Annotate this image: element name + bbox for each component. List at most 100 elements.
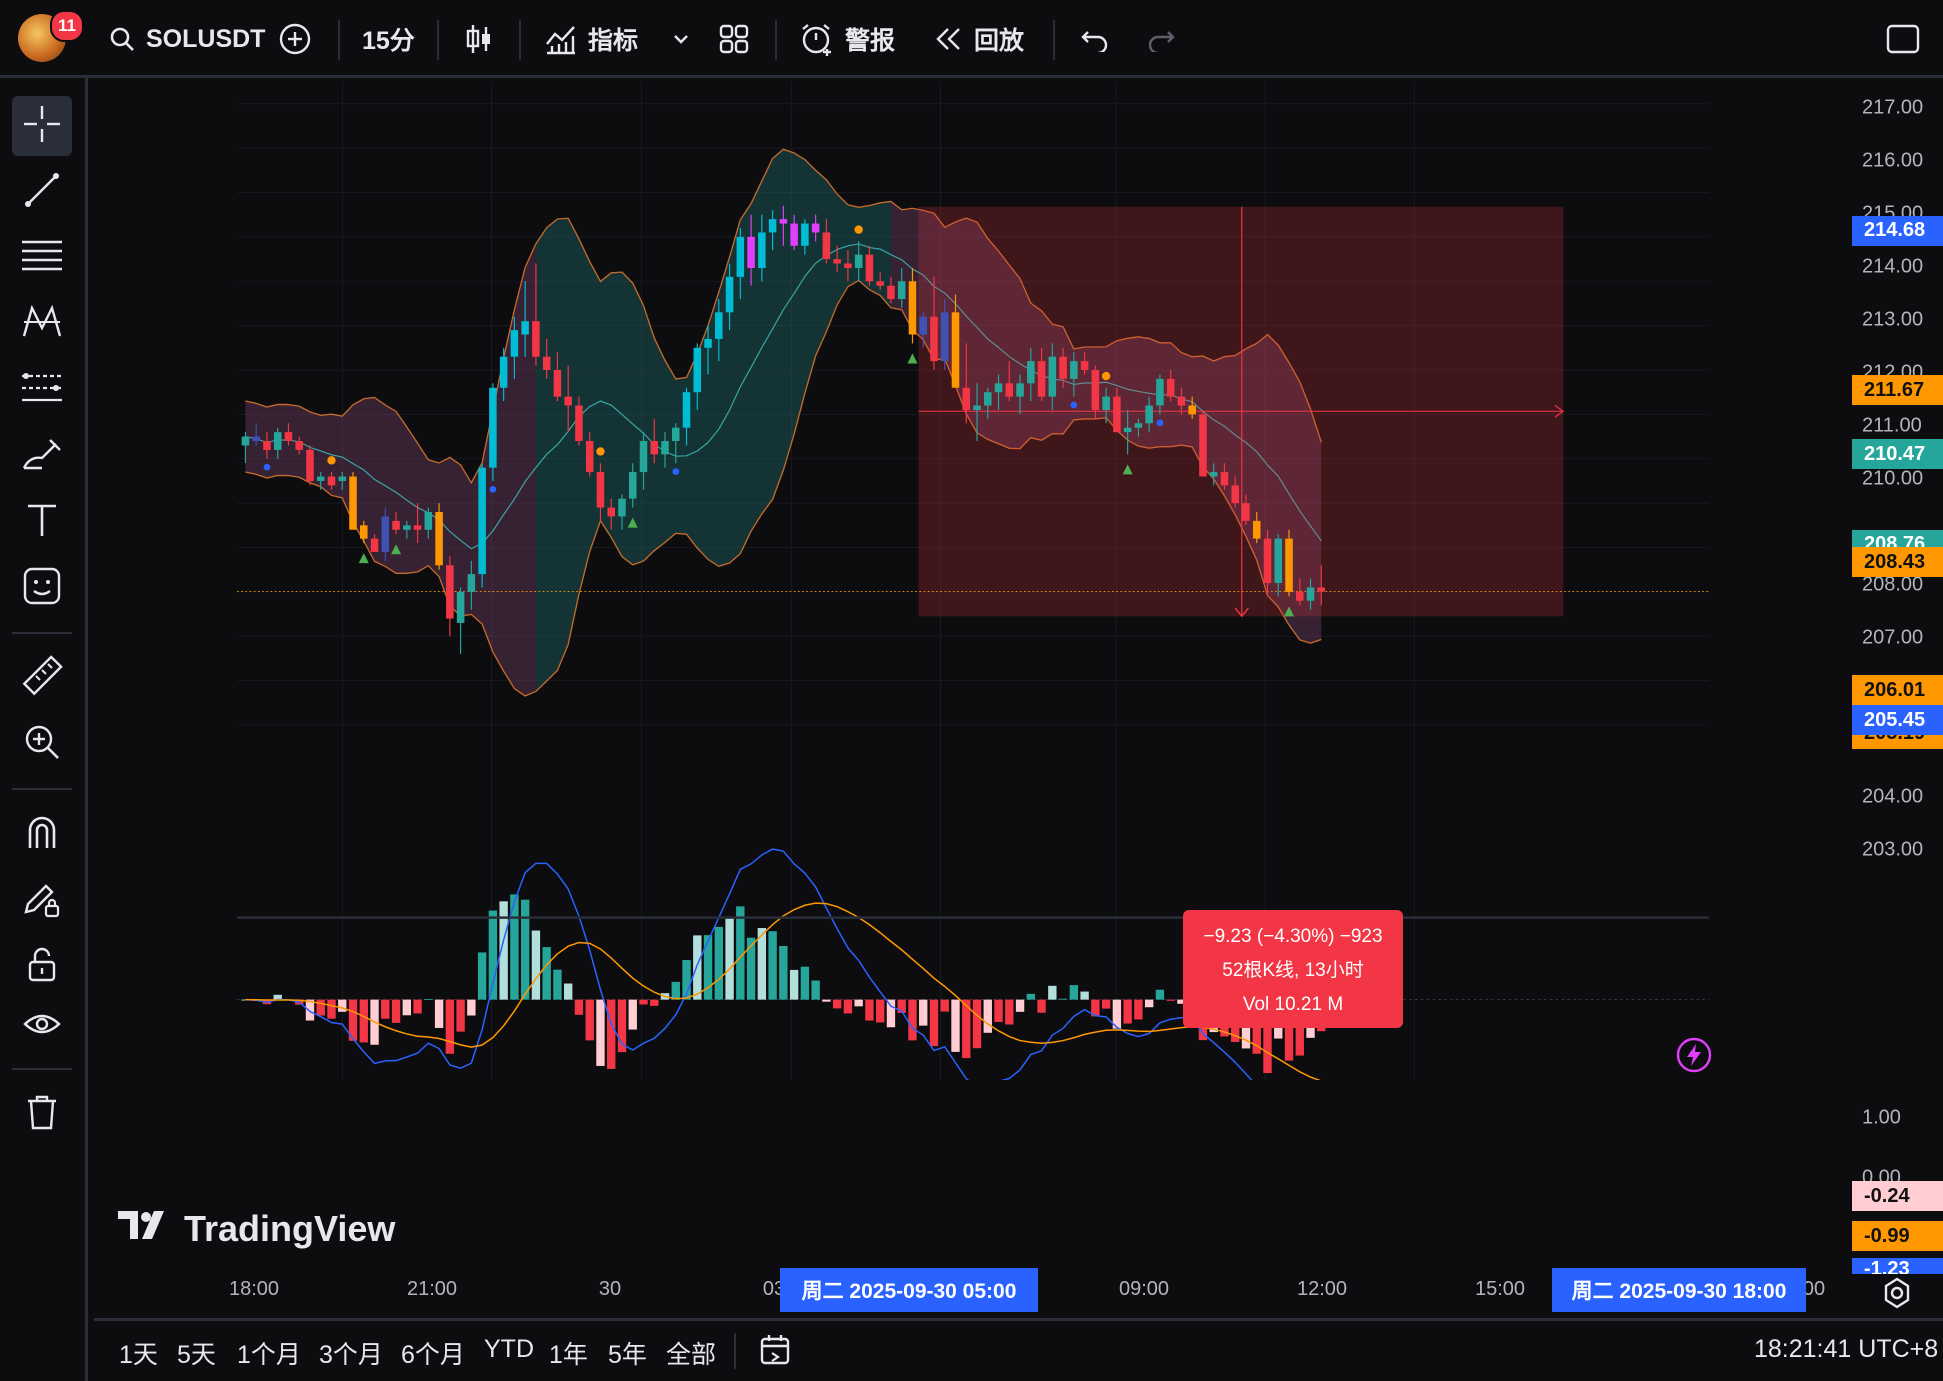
macd-histogram-bar [381, 999, 390, 1019]
time-tick-label: 00 [1802, 1278, 1826, 1300]
macd-histogram-bar [768, 931, 777, 1000]
macd-histogram-bar [779, 945, 788, 1000]
macd-histogram-bar [467, 999, 476, 1016]
macd-histogram-bar [1123, 999, 1132, 1024]
measure-tool[interactable] [12, 648, 72, 708]
candle-body [1285, 538, 1293, 592]
time-axis[interactable]: 00 15:00 12:00 09:00 03 30 21:00 18:00 周二 2025-… [94, 1268, 1852, 1318]
trend-line-tool[interactable] [12, 162, 72, 222]
fullscreen-button[interactable] [1886, 0, 1920, 78]
macd-histogram-bar [639, 999, 648, 1005]
measure-volume: Vol 10.21 M [1242, 994, 1344, 1015]
clock-timezone[interactable]: 18:21:41 UTC+8 [1754, 1335, 1938, 1364]
indicators-dropdown[interactable] [672, 0, 690, 78]
indicators-button[interactable]: 指标 [544, 0, 638, 78]
settings-gear-icon [1880, 1277, 1914, 1314]
range-button-2[interactable]: 1个月 [237, 1335, 301, 1371]
measure-bars: 52根K线, 13小时 [1222, 960, 1364, 981]
alert-label: 警报 [845, 27, 896, 55]
search-icon [108, 25, 136, 53]
macd-histogram-bar [693, 935, 702, 1000]
macd-histogram-bar [1166, 999, 1175, 1001]
range-button-7[interactable]: 5年 [608, 1335, 647, 1371]
macd-histogram-bar [596, 999, 605, 1066]
range-button-1[interactable]: 5天 [177, 1335, 216, 1371]
candle-body [672, 427, 680, 442]
candle-body [854, 254, 863, 268]
remove-drawings-tool[interactable] [12, 1084, 72, 1144]
unlock-icon [22, 944, 62, 989]
emoji-tool[interactable] [12, 558, 72, 618]
macd-histogram-bar [391, 999, 401, 1023]
crosshair-tool[interactable] [12, 96, 72, 156]
candle-body [1209, 472, 1218, 477]
lock-drawings-tool[interactable] [12, 870, 72, 930]
pattern-icon [20, 302, 64, 347]
price-axis[interactable]: 217.00 216.00 215.00 214.00 213.00 212.00 211.… [1852, 82, 1943, 1274]
goto-date-button[interactable] [758, 1333, 794, 1374]
pencil-lock-icon [22, 878, 62, 923]
range-button-6[interactable]: 1年 [549, 1335, 588, 1371]
lightning-button[interactable] [1675, 1036, 1713, 1079]
replay-button[interactable]: 回放 [934, 0, 1024, 78]
buy-signal-marker [907, 353, 918, 364]
price-chart[interactable] [94, 82, 1852, 1080]
layouts-button[interactable] [718, 0, 750, 78]
hide-drawings-tool[interactable] [12, 996, 72, 1056]
macd-histogram-bar [983, 999, 992, 1033]
magnet-tool[interactable] [12, 804, 72, 864]
macd-histogram-bar [553, 969, 562, 1000]
compare-symbol-button[interactable] [278, 0, 312, 78]
projection-tool[interactable] [12, 360, 72, 420]
macd-histogram-bar [359, 999, 368, 1043]
candle-body [908, 281, 917, 335]
macd-histogram-bar [789, 969, 799, 1000]
drawing-toolbar [0, 78, 88, 1381]
upper-band-price-tag: 211.67 [1852, 375, 1943, 406]
pattern-tool[interactable] [12, 294, 72, 354]
range-button-5[interactable]: YTD [484, 1335, 534, 1364]
candle-body [1220, 472, 1229, 486]
candle-body [252, 436, 260, 442]
range-button-8[interactable]: 全部 [666, 1335, 716, 1371]
zoom-tool[interactable] [12, 714, 72, 774]
candle-body [338, 476, 347, 481]
candle-body [1252, 520, 1261, 539]
interval-selector[interactable]: 15分 [362, 0, 415, 78]
candle-body [768, 219, 777, 233]
macd-histogram-bar [940, 999, 949, 1012]
candle-body [403, 525, 411, 530]
chart-type-button[interactable] [464, 0, 494, 78]
calendar-goto-icon [758, 1335, 794, 1373]
fib-tool[interactable] [12, 228, 72, 288]
axis-settings-button[interactable] [1880, 1276, 1914, 1315]
macd-histogram-bar [714, 926, 723, 1000]
range-button-4[interactable]: 6个月 [401, 1335, 465, 1371]
undo-button[interactable] [1080, 0, 1110, 78]
redo-button[interactable] [1146, 0, 1176, 78]
candle-body [811, 223, 820, 233]
alert-button[interactable]: 警报 [799, 0, 895, 78]
symbol-search[interactable]: SOLUSDT [108, 0, 265, 78]
macd-pane [237, 848, 1709, 1080]
range-button-3[interactable]: 3个月 [319, 1335, 383, 1371]
macd-histogram-bar [628, 999, 637, 1030]
macd-histogram-bar [456, 999, 465, 1032]
macd-histogram-bar [413, 999, 422, 1014]
macd-histogram-bar [327, 999, 336, 1019]
candle-body [628, 472, 637, 499]
text-tool[interactable] [12, 492, 72, 552]
range-button-0[interactable]: 1天 [119, 1335, 158, 1371]
replay-label: 回放 [974, 27, 1025, 55]
lock-all-tool[interactable] [12, 936, 72, 996]
candle-body [1306, 587, 1315, 601]
candle-body [532, 321, 540, 357]
brush-tool[interactable] [12, 426, 72, 486]
candle-body [682, 392, 691, 428]
candle-body [639, 441, 648, 473]
toolbar-divider [1053, 20, 1055, 60]
candle-body [446, 565, 454, 619]
candle-body [833, 259, 841, 264]
candle-body [360, 525, 368, 539]
candle-body [1091, 370, 1100, 410]
